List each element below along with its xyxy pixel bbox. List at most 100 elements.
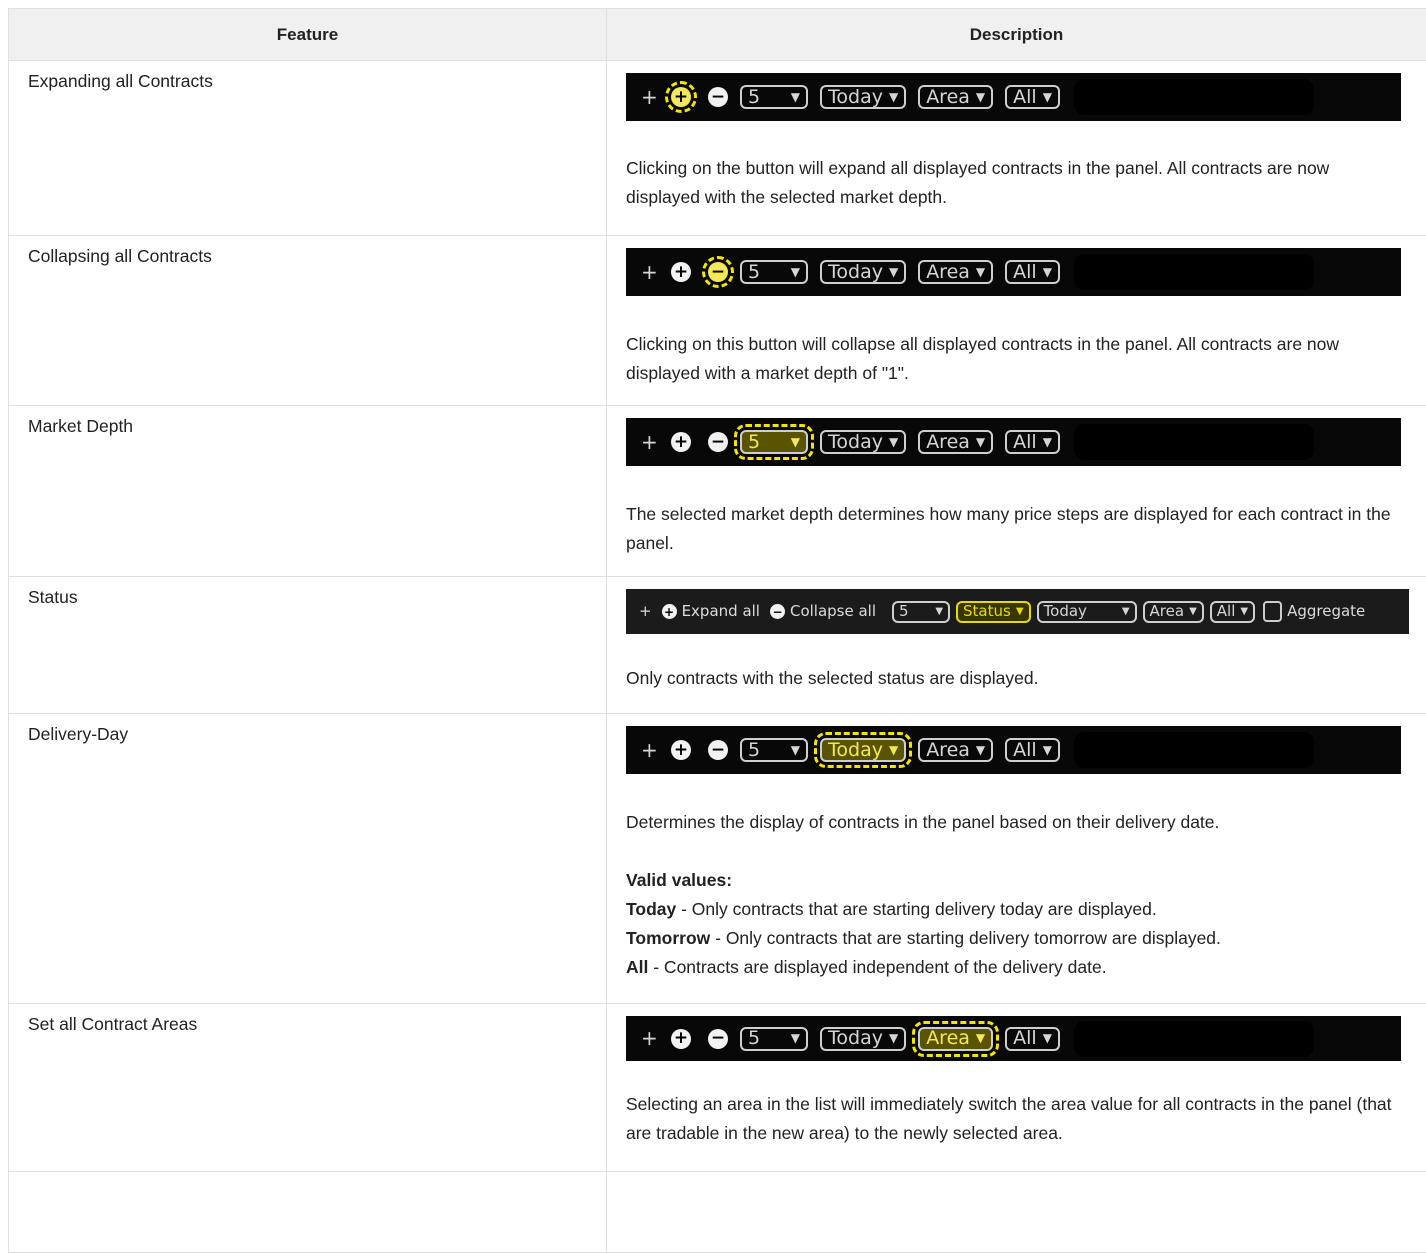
description-cell: + + − 5▼ Today▼ Area▼ All▼ Clicking on t… [607,236,1426,406]
expand-all-icon: + [671,1029,691,1049]
table-row: Delivery-Day + + − 5▼ Today▼ Area▼ All▼ … [9,714,1426,1004]
description-column-header: Description [607,9,1426,61]
dropdown-value: All [1013,1024,1037,1053]
table-row: Collapsing all Contracts + + − 5▼ Today▼… [9,236,1426,406]
expand-all-icon: + [662,604,677,619]
plus-icon: + [641,83,657,112]
redacted-area [1074,79,1314,115]
area-dropdown: Area▼ [918,430,993,454]
table-row: Expanding all Contracts + + − 5▼ Today▼ … [9,61,1426,236]
value-text: - Only contracts that are starting deliv… [676,899,1157,919]
plus-icon: + [641,258,657,287]
all-dropdown: All▼ [1005,430,1060,454]
empty-cell [9,1172,607,1253]
dropdown-arrow-icon: ▼ [889,1024,898,1053]
expand-all-icon: + [671,432,691,452]
plus-icon: + [641,1024,657,1053]
dropdown-value: Today [828,736,883,765]
collapse-all-icon: − [708,432,728,452]
dropdown-arrow-icon: ▼ [791,258,800,287]
value-text: - Only contracts that are starting deliv… [710,928,1221,948]
dropdown-arrow-icon: ▼ [1043,1024,1052,1053]
area-dropdown: Area▼ [918,85,993,109]
market-depth-dropdown: 5▼ [740,260,808,284]
dropdown-arrow-icon: ▼ [1122,597,1130,626]
dropdown-value: 5 [748,736,760,765]
area-dropdown: Area▼ [918,1027,993,1051]
description-text: Only contracts with the selected status … [626,664,1401,693]
redacted-area [1074,254,1314,290]
dropdown-arrow-icon: ▼ [1240,597,1248,626]
dropdown-value: All [1013,258,1037,287]
dropdown-arrow-icon: ▼ [935,597,943,626]
dropdown-value: Area [926,736,970,765]
dropdown-value: Status [963,597,1011,626]
collapse-all-icon: − [708,740,728,760]
description-cell: + + Expand all − Collapse all 5▼ Status▼… [607,577,1426,714]
value-term: Tomorrow [626,928,710,948]
dropdown-value: Today [828,1024,883,1053]
dropdown-value: All [1217,597,1236,626]
feature-table: Feature Description Expanding all Contra… [8,8,1426,1253]
dropdown-value: 5 [748,83,760,112]
valid-values-label: Valid values: [626,870,732,890]
dropdown-value: Today [1044,597,1087,626]
toolbar-screenshot: + + − 5▼ Today▼ Area▼ All▼ [626,418,1401,466]
dropdown-value: Area [926,1024,970,1053]
market-depth-dropdown: 5▼ [740,1027,808,1051]
toolbar-screenshot: + + − 5▼ Today▼ Area▼ All▼ [626,1016,1401,1061]
dropdown-arrow-icon: ▼ [791,736,800,765]
description-text: Determines the display of contracts in t… [626,808,1401,837]
dropdown-value: Today [828,83,883,112]
dropdown-value: All [1013,428,1037,457]
dropdown-arrow-icon: ▼ [791,83,800,112]
area-dropdown: Area▼ [918,260,993,284]
plus-icon: + [639,597,652,626]
dropdown-arrow-icon: ▼ [1016,597,1024,626]
dropdown-arrow-icon: ▼ [1043,258,1052,287]
description-text: Selecting an area in the list will immed… [626,1090,1401,1148]
dropdown-value: Today [828,258,883,287]
market-depth-dropdown: 5▼ [740,85,808,109]
all-dropdown: All▼ [1005,1027,1060,1051]
market-depth-dropdown: 5▼ [740,430,808,454]
dropdown-arrow-icon: ▼ [1043,736,1052,765]
dropdown-arrow-icon: ▼ [889,428,898,457]
expand-all-icon: + [671,740,691,760]
feature-cell: Market Depth [9,406,607,577]
delivery-day-dropdown: Today▼ [820,1027,906,1051]
toolbar-screenshot: + + − 5▼ Today▼ Area▼ All▼ [626,248,1401,296]
feature-cell: Delivery-Day [9,714,607,1004]
toolbar-screenshot: + + Expand all − Collapse all 5▼ Status▼… [626,589,1409,634]
description-cell: + + − 5▼ Today▼ Area▼ All▼ Clicking on t… [607,61,1426,236]
dropdown-value: All [1013,736,1037,765]
dropdown-arrow-icon: ▼ [1043,83,1052,112]
description-cell: + + − 5▼ Today▼ Area▼ All▼ Determines th… [607,714,1426,1004]
value-term: All [626,957,648,977]
dropdown-arrow-icon: ▼ [976,428,985,457]
redacted-area [1074,424,1314,460]
table-row [9,1172,1426,1253]
description-cell: + + − 5▼ Today▼ Area▼ All▼ Selecting an … [607,1004,1426,1172]
expand-all-label: Expand all [682,597,760,626]
dropdown-value: 5 [748,258,760,287]
dropdown-value: 5 [748,1024,760,1053]
feature-cell: Status [9,577,607,714]
dropdown-value: 5 [748,428,760,457]
all-dropdown: All▼ [1210,601,1255,623]
collapse-all-icon: − [708,262,728,282]
feature-cell: Expanding all Contracts [9,61,607,236]
redacted-area [1074,1021,1314,1057]
empty-cell [607,1172,1426,1253]
delivery-day-dropdown: Today▼ [820,738,906,762]
dropdown-arrow-icon: ▼ [1043,428,1052,457]
aggregate-label: Aggregate [1287,597,1365,626]
all-dropdown: All▼ [1005,738,1060,762]
dropdown-arrow-icon: ▼ [1189,597,1197,626]
description-text: The selected market depth determines how… [626,500,1401,558]
delivery-day-dropdown: Today▼ [1037,601,1137,623]
expand-all-icon: + [671,262,691,282]
dropdown-arrow-icon: ▼ [889,736,898,765]
dropdown-arrow-icon: ▼ [976,258,985,287]
dropdown-arrow-icon: ▼ [889,83,898,112]
